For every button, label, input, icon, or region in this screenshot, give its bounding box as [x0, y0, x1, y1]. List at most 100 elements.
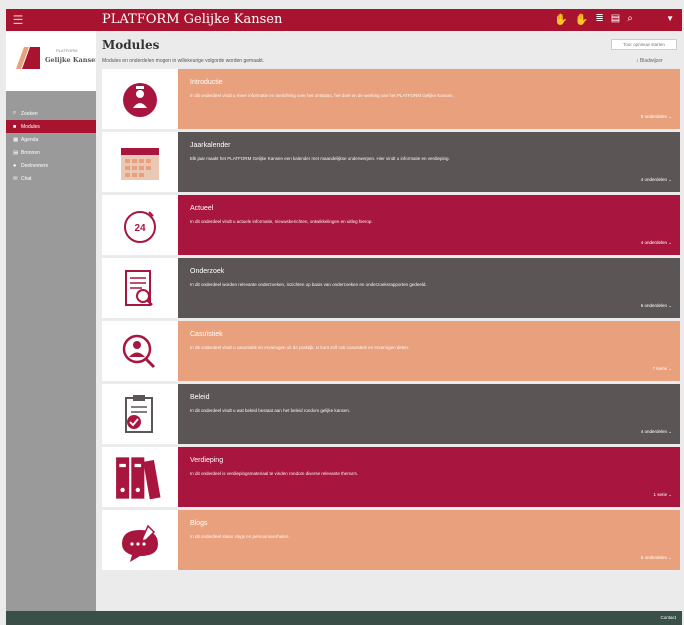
module-title: Introductie: [190, 79, 223, 86]
page-title: Modules: [102, 38, 160, 52]
sidebar-item-zoeken[interactable]: ⌕ Zoeken: [6, 107, 96, 120]
hand-icon[interactable]: ✋: [554, 13, 568, 26]
module-card-introductie[interactable]: Introductie In dit onderdeel vindt u mee…: [102, 69, 680, 129]
module-icon-box: [102, 510, 178, 570]
module-count-label: 6 onderdelen: [640, 303, 667, 308]
calendar-icon: [121, 148, 159, 180]
hamburger-icon[interactable]: ☰: [8, 13, 28, 27]
module-count[interactable]: 1 serie ⌄: [653, 492, 672, 498]
module-description: In dit onderdeel vindt u wat beleid best…: [190, 408, 351, 413]
agenda-icon: ▦: [13, 136, 19, 143]
module-count[interactable]: 7 items ⌄: [652, 366, 672, 372]
module-description: In dit onderdeel worden relevante onderz…: [190, 282, 427, 287]
chat-icon: ✉: [13, 175, 18, 182]
footer: Contact: [6, 611, 682, 625]
module-icon-box: [102, 321, 178, 381]
chevron-down-icon[interactable]: ▼: [666, 14, 674, 23]
module-count[interactable]: 5 onderdelen ⌄: [641, 555, 672, 561]
bookmark-label: Bladwijzer: [639, 58, 663, 64]
module-icon-box: [102, 69, 178, 129]
module-title: Beleid: [190, 394, 210, 401]
module-count[interactable]: 4 onderdelen ⌄: [641, 177, 672, 183]
sidebar-item-bronnen[interactable]: ▤ Bronnen: [6, 146, 96, 159]
sidebar-item-label: Modules: [21, 123, 40, 130]
bookmark-link[interactable]: ↕ Bladwijzer: [636, 58, 663, 64]
module-card-onderzoek[interactable]: Onderzoek In dit onderdeel worden releva…: [102, 258, 680, 318]
module-icon-box: [102, 132, 178, 192]
binders-icon: [116, 457, 161, 500]
module-icon-box: [102, 447, 178, 507]
sidebar-nav: ⌕ Zoeken ■ Modules ▦ Agenda ▤ Bronnen ● Deeln…: [6, 107, 96, 185]
module-title: Blogs: [190, 520, 208, 527]
module-count-label: 5 onderdelen: [640, 555, 667, 560]
sidebar-item-label: Bronnen: [21, 149, 40, 156]
tour-label: Tour opnieuw starten: [623, 42, 665, 47]
bronnen-icon: ▤: [13, 149, 19, 156]
tour-restart-button[interactable]: Tour opnieuw starten: [611, 39, 677, 50]
module-count[interactable]: 6 onderdelen ⌄: [641, 303, 672, 309]
module-description: In dit onderdeel vindt u meer informatie…: [190, 93, 454, 98]
module-description: In dit onderdeel vindt u casuïstiek en e…: [190, 345, 410, 350]
search-icon[interactable]: ⌕: [627, 13, 633, 26]
module-icon-box: [102, 258, 178, 318]
module-description: In dit onderdeel is verdiepingsmateriaal…: [190, 471, 358, 476]
document-icon[interactable]: ▤: [611, 13, 620, 26]
chat-bubble-icon: [122, 524, 158, 562]
module-icon-box: [102, 384, 178, 444]
sidebar-item-label: Agenda: [21, 136, 39, 143]
module-title: Onderzoek: [190, 268, 225, 275]
module-count-label: 5 onderdelen: [640, 114, 667, 119]
logo-text: Gelijke Kansen: [45, 56, 100, 64]
sidebar-item-agenda[interactable]: ▦ Agenda: [6, 133, 96, 146]
sidebar-item-deelnemers[interactable]: ● Deelnemers: [6, 159, 96, 172]
sidebar-item-label: Zoeken: [21, 110, 38, 117]
module-title: Actueel: [190, 205, 214, 212]
sidebar-item-label: Deelnemers: [21, 162, 48, 169]
module-description: In dit onderdeel vindt u actuele informa…: [190, 219, 373, 224]
module-card-actueel[interactable]: 24 Actueel In dit onderdeel vindt u actu…: [102, 195, 680, 255]
sidebar-item-label: Chat: [21, 175, 32, 182]
module-title: Casuïstiek: [190, 331, 223, 338]
toolbar-icons: ✋ ✋ ≣ ▤ ⌕: [554, 13, 633, 26]
logo-small-text: PLATFORM: [56, 48, 78, 53]
module-count[interactable]: 4 onderdelen ⌄: [641, 429, 672, 435]
module-description: In dit onderdeel staan vlogs en persoons…: [190, 534, 290, 539]
sidebar-item-modules[interactable]: ■ Modules: [6, 120, 96, 133]
person-info-icon: [123, 83, 157, 117]
app-title: PLATFORM Gelijke Kansen: [102, 12, 283, 27]
module-count-label: 4 onderdelen: [640, 240, 667, 245]
module-count-label: 4 onderdelen: [640, 177, 667, 182]
sidebar-item-chat[interactable]: ✉ Chat: [6, 172, 96, 185]
module-card-jaarkalender[interactable]: Jaarkalender Elk jaar maakt het PLATFORM…: [102, 132, 680, 192]
module-card-verdieping[interactable]: Verdieping In dit onderdeel is verdiepin…: [102, 447, 680, 507]
search-icon: ⌕: [13, 110, 17, 116]
module-count[interactable]: 4 onderdelen ⌄: [641, 240, 672, 246]
logo[interactable]: PLATFORM Gelijke Kansen: [6, 31, 102, 91]
clock-24-icon: 24: [124, 211, 156, 243]
sidebar: PLATFORM Gelijke Kansen ⌕ Zoeken ■ Modules…: [6, 31, 102, 611]
module-count[interactable]: 5 onderdelen ⌄: [641, 114, 672, 120]
module-icon-box: 24: [102, 195, 178, 255]
clipboard-check-icon: [125, 395, 153, 433]
module-count-label: 4 onderdelen: [640, 429, 667, 434]
logo-mark: [16, 47, 40, 69]
top-bar: ☰ PLATFORM Gelijke Kansen ✋ ✋ ≣ ▤ ⌕ ▼: [6, 9, 682, 31]
modules-icon: ■: [13, 123, 17, 130]
module-count-label: 7 items: [652, 366, 667, 371]
user-icon: ●: [13, 162, 17, 169]
hand-alt-icon[interactable]: ✋: [575, 13, 589, 26]
person-search-icon: [122, 334, 156, 369]
module-description: Elk jaar maakt het PLATFORM Gelijke Kans…: [190, 156, 450, 161]
module-title: Jaarkalender: [190, 142, 231, 149]
footer-contact-link[interactable]: Contact: [660, 615, 676, 620]
module-card-casuistiek[interactable]: Casuïstiek In dit onderdeel vindt u casu…: [102, 321, 680, 381]
page-subtitle: Modules en onderdelen mogen in willekeur…: [102, 58, 265, 64]
document-search-icon: [125, 270, 153, 306]
module-count-label: 1 serie: [653, 492, 667, 497]
module-card-beleid[interactable]: Beleid In dit onderdeel vindt u wat bele…: [102, 384, 680, 444]
module-card-blogs[interactable]: Blogs In dit onderdeel staan vlogs en pe…: [102, 510, 680, 570]
list-icon[interactable]: ≣: [595, 13, 603, 26]
main-content: Modules Modules en onderdelen mogen in w…: [96, 31, 682, 611]
module-title: Verdieping: [190, 457, 224, 464]
svg-text:24: 24: [134, 223, 146, 234]
